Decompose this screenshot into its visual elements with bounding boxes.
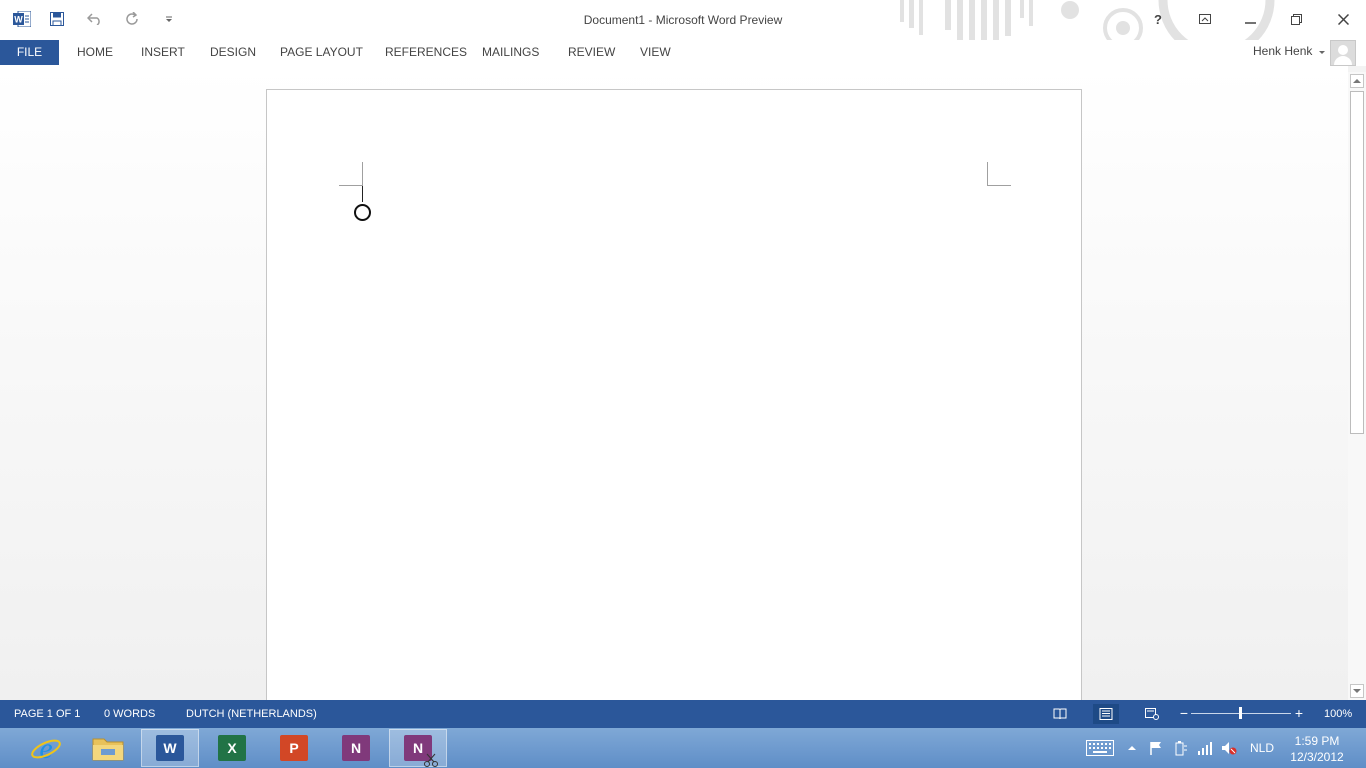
onenote-icon: N (342, 735, 370, 761)
document-page[interactable] (266, 89, 1082, 700)
web-layout-icon (1145, 708, 1159, 720)
taskbar: e W X P N N NLD 1:59 PM 12/3/2012 (0, 728, 1366, 768)
user-icon (1334, 45, 1352, 65)
taskbar-onenote-clipping[interactable]: N (389, 729, 447, 767)
tab-file[interactable]: FILE (0, 40, 59, 65)
scroll-thumb[interactable] (1350, 91, 1364, 434)
zoom-level[interactable]: 100% (1324, 708, 1352, 720)
volume-button[interactable] (1219, 728, 1239, 768)
word-count[interactable]: 0 WORDS (104, 708, 155, 720)
scroll-down-button[interactable] (1350, 684, 1364, 698)
user-menu-chevron-down-icon[interactable] (1318, 48, 1326, 56)
tab-view[interactable]: VIEW (639, 40, 672, 65)
read-mode-button[interactable] (1047, 704, 1073, 724)
minimize-button[interactable] (1233, 6, 1267, 32)
ribbon-display-options-button[interactable] (1188, 6, 1222, 32)
chevron-up-icon (1353, 79, 1361, 83)
word-icon: W (156, 735, 184, 761)
language-indicator[interactable]: DUTCH (NETHERLANDS) (186, 708, 317, 720)
taskbar-internet-explorer[interactable]: e (17, 729, 75, 767)
battery-plug-icon (1175, 741, 1187, 756)
tab-review[interactable]: REVIEW (567, 40, 616, 65)
show-hidden-icons-button[interactable] (1124, 728, 1140, 768)
zoom-in-button[interactable]: + (1292, 705, 1306, 721)
taskbar-word[interactable]: W (141, 729, 199, 767)
power-button[interactable] (1171, 728, 1191, 768)
help-icon: ? (1154, 11, 1162, 27)
clock-date: 12/3/2012 (1290, 750, 1344, 764)
flag-icon (1150, 742, 1161, 755)
print-layout-icon (1099, 708, 1113, 720)
ribbon-display-icon (1199, 14, 1211, 24)
margin-marker-top-left (339, 162, 363, 186)
clock-time: 1:59 PM (1294, 734, 1340, 748)
action-center-button[interactable] (1146, 728, 1166, 768)
status-bar: PAGE 1 OF 1 0 WORDS DUTCH (NETHERLANDS) … (0, 700, 1366, 728)
input-language[interactable]: NLD (1246, 728, 1278, 768)
avatar[interactable] (1330, 40, 1356, 66)
tab-references[interactable]: REFERENCES (384, 40, 468, 65)
vertical-scrollbar[interactable] (1348, 72, 1366, 700)
scroll-up-button[interactable] (1350, 74, 1364, 88)
read-mode-icon (1053, 708, 1067, 720)
title-bar: W Document1 - Microsoft Word Preview ? (0, 0, 1366, 50)
folder-icon (92, 738, 124, 761)
network-button[interactable] (1195, 728, 1215, 768)
ribbon-tabs: FILE HOME INSERT DESIGN PAGE LAYOUT REFE… (0, 40, 1366, 66)
tab-design[interactable]: DESIGN (209, 40, 257, 65)
restore-button[interactable] (1279, 6, 1313, 32)
text-cursor (362, 186, 363, 202)
clock[interactable]: 1:59 PM 12/3/2012 (1288, 733, 1346, 765)
scissors-icon (424, 753, 438, 767)
tab-home[interactable]: HOME (76, 40, 114, 65)
restore-icon (1290, 13, 1302, 25)
margin-marker-top-right (987, 162, 1011, 186)
svg-text:e: e (39, 733, 52, 763)
taskbar-powerpoint[interactable]: P (265, 729, 323, 767)
signal-bars-icon (1198, 742, 1212, 755)
onenote-clipping-icon: N (404, 735, 438, 767)
touch-keyboard-button[interactable] (1084, 728, 1116, 768)
busy-cursor-icon (354, 204, 371, 221)
chevron-up-icon (1128, 746, 1136, 750)
minimize-icon (1244, 21, 1256, 24)
print-layout-button[interactable] (1093, 704, 1119, 724)
taskbar-onenote[interactable]: N (327, 729, 385, 767)
tab-insert[interactable]: INSERT (140, 40, 186, 65)
user-name[interactable]: Henk Henk (1253, 44, 1312, 58)
tab-page-layout[interactable]: PAGE LAYOUT (279, 40, 364, 65)
zoom-out-button[interactable]: − (1177, 705, 1191, 721)
close-icon (1337, 13, 1349, 25)
close-button[interactable] (1326, 6, 1360, 32)
tab-mailings[interactable]: MAILINGS (481, 40, 540, 65)
chevron-down-icon (1353, 689, 1361, 693)
zoom-slider-thumb[interactable] (1239, 707, 1242, 719)
powerpoint-icon: P (280, 735, 308, 761)
taskbar-excel[interactable]: X (203, 729, 261, 767)
help-button[interactable]: ? (1141, 6, 1175, 32)
taskbar-file-explorer[interactable] (79, 729, 137, 767)
keyboard-icon (1086, 740, 1114, 756)
web-layout-button[interactable] (1139, 704, 1165, 724)
internet-explorer-icon: e (31, 733, 61, 763)
excel-icon: X (218, 735, 246, 761)
page-count[interactable]: PAGE 1 OF 1 (14, 708, 80, 720)
volume-muted-icon (1222, 742, 1237, 755)
onenote-clipping-letter: N (412, 740, 424, 756)
